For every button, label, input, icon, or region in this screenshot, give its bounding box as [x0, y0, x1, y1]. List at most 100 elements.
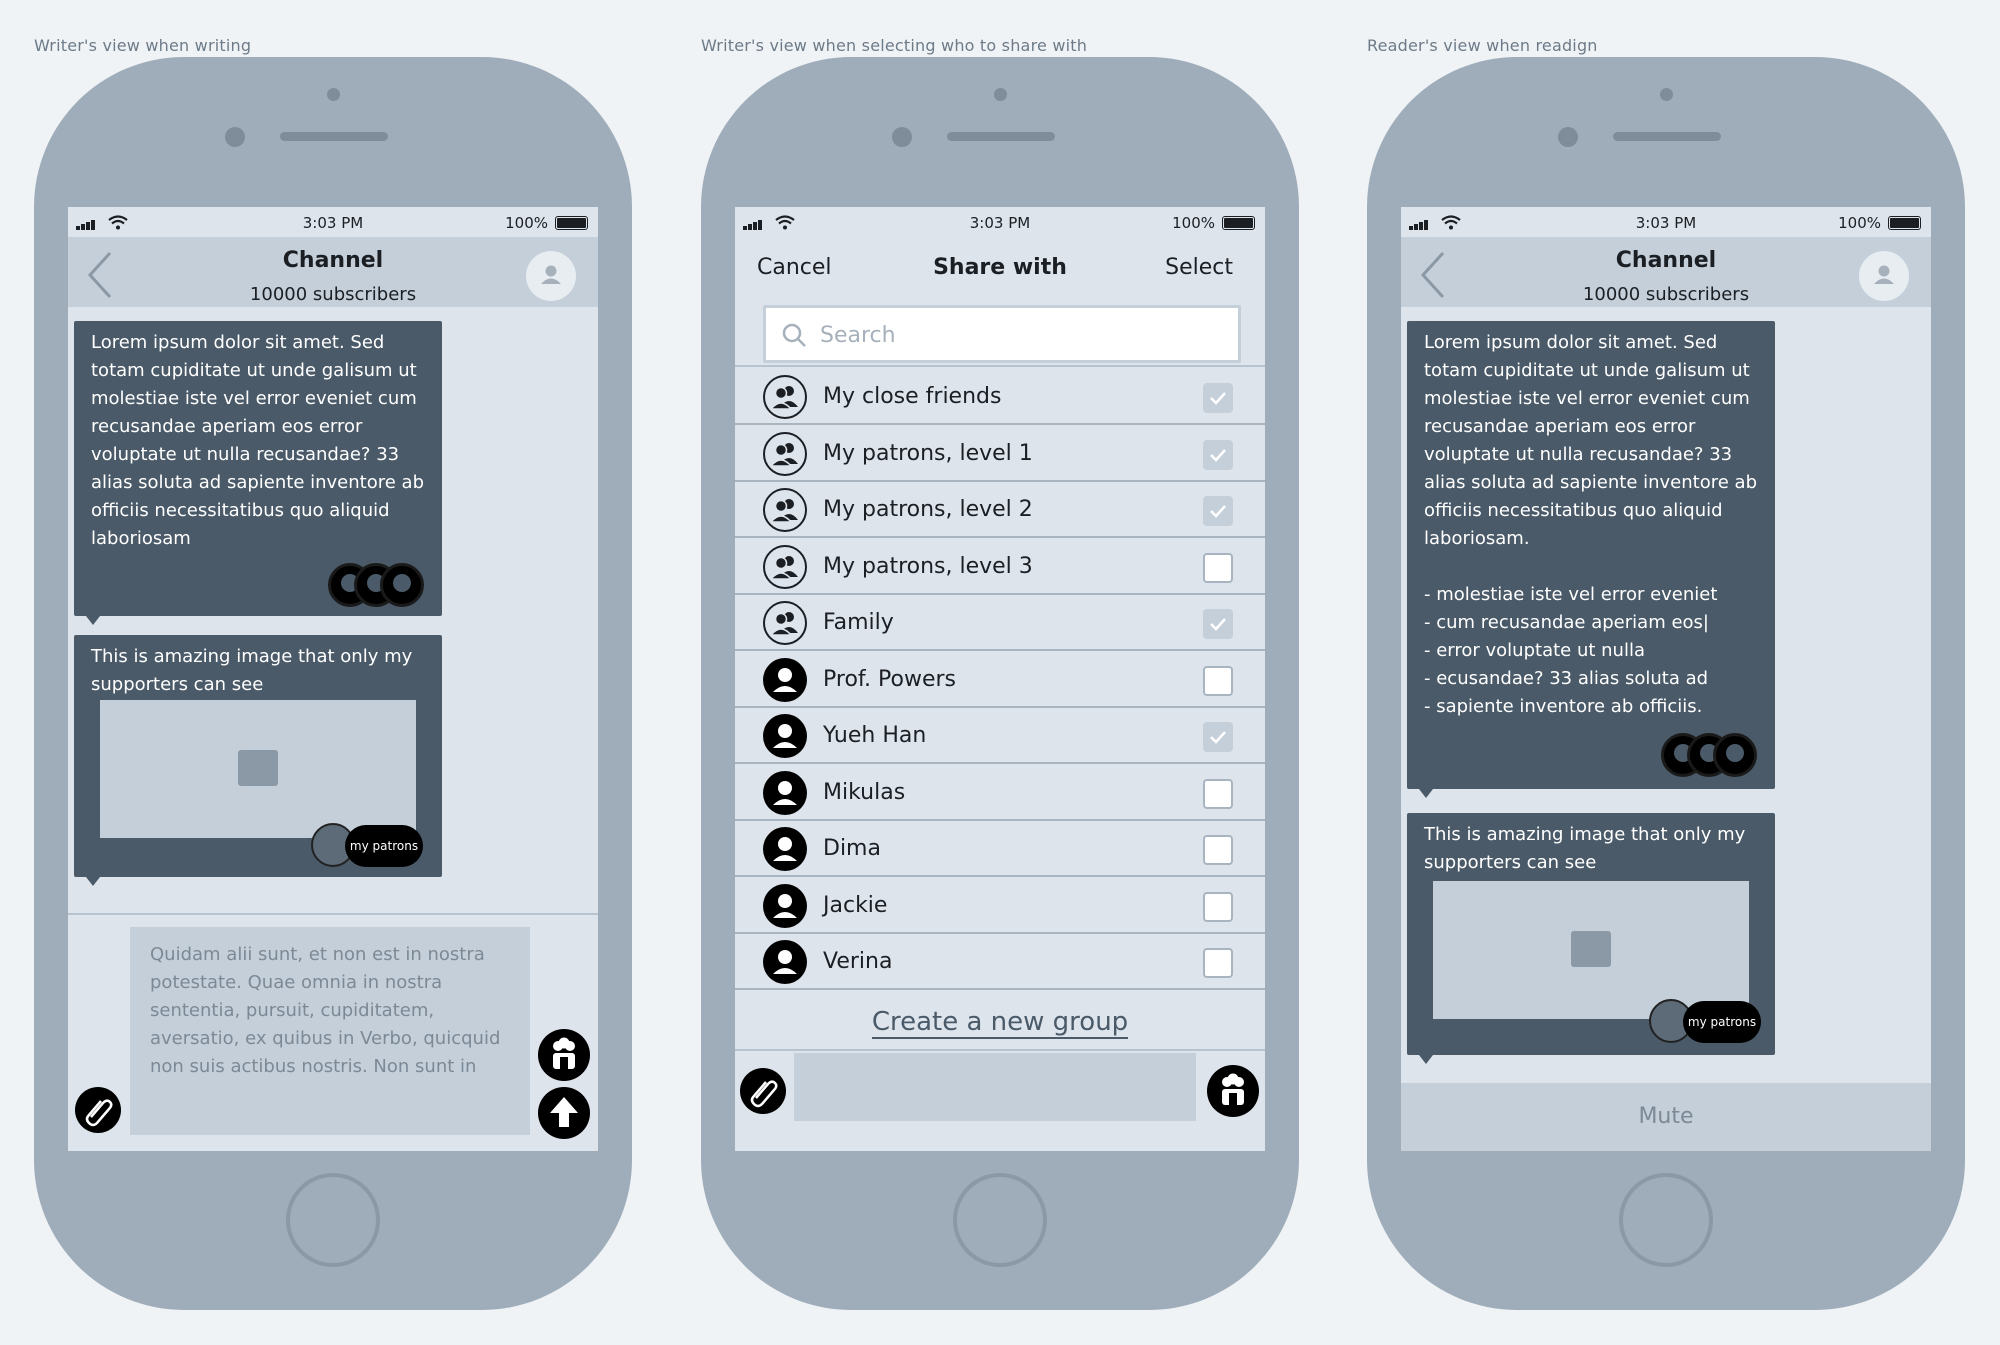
share-row[interactable]: Verina — [735, 934, 1265, 990]
share-checkbox[interactable] — [1203, 383, 1233, 413]
share-row[interactable]: Jackie — [735, 877, 1265, 934]
share-row-label: Dima — [823, 836, 881, 861]
person-icon — [763, 657, 807, 702]
caption-reader: Reader's view when readign — [1367, 36, 1598, 55]
post-bubble: Lorem ipsum dolor sit amet. Sed totam cu… — [1407, 321, 1775, 798]
subscriber-count: 10000 subscribers — [1582, 284, 1750, 305]
share-checkbox[interactable] — [1203, 439, 1233, 470]
earpiece-speaker — [280, 132, 388, 141]
audience-icon — [1222, 1073, 1244, 1105]
person-icon — [763, 827, 807, 871]
home-button[interactable] — [953, 1173, 1047, 1267]
profile-avatar-button[interactable] — [1859, 251, 1909, 301]
send-button[interactable] — [538, 1087, 590, 1139]
status-bar: 3:03 PM 100% — [68, 207, 598, 237]
search-placeholder: Search — [820, 323, 896, 348]
share-row-label: Family — [823, 610, 894, 635]
share-checkbox[interactable] — [1203, 722, 1233, 752]
person-icon — [763, 940, 807, 984]
share-row[interactable]: My patrons, level 3 — [735, 538, 1265, 595]
image-icon — [238, 750, 278, 786]
checkmark-icon — [1210, 618, 1226, 631]
message-input[interactable]: Quidam alii sunt, et non est in nostra p… — [130, 927, 530, 1135]
image-post-bubble: This is amazing image that only my suppo… — [1407, 813, 1775, 1064]
profile-avatar-button[interactable] — [526, 251, 576, 301]
front-camera — [327, 88, 340, 101]
share-checkbox[interactable] — [1203, 778, 1233, 809]
share-checkbox[interactable] — [1203, 948, 1233, 978]
front-camera — [1660, 88, 1673, 101]
share-row[interactable]: My close friends — [735, 369, 1265, 425]
share-row-label: Mikulas — [823, 779, 906, 805]
message-input[interactable] — [794, 1053, 1196, 1121]
person-icon — [763, 770, 807, 815]
search-input[interactable]: Search — [763, 305, 1241, 363]
status-bar: 3:03 PM 100% — [735, 207, 1265, 237]
caption-writer: Writer's view when writing — [34, 36, 252, 55]
audience-select-button[interactable] — [538, 1029, 590, 1081]
battery-percent: 100% — [505, 214, 548, 232]
front-camera — [994, 88, 1007, 101]
post-text: Lorem ipsum dolor sit amet. Sed totam cu… — [91, 332, 424, 549]
phone-reader: 3:03 PM 100% Channel 10000 subscribers L… — [1367, 57, 1965, 1310]
battery-icon — [1888, 216, 1921, 230]
audience-select-button[interactable] — [1207, 1065, 1259, 1117]
composer — [735, 1053, 1265, 1151]
attach-button[interactable] — [740, 1068, 786, 1114]
image-icon — [1571, 931, 1611, 967]
channel-title: Channel — [1615, 248, 1717, 273]
share-row-label: My close friends — [823, 384, 1002, 409]
group-icon — [763, 544, 807, 589]
share-row[interactable]: Dima — [735, 821, 1265, 877]
share-checkbox[interactable] — [1203, 552, 1233, 583]
home-button[interactable] — [286, 1173, 380, 1267]
share-row-label: My patrons, level 2 — [823, 497, 1033, 522]
create-group-label: Create a new group — [871, 1007, 1129, 1039]
share-checkbox[interactable] — [1203, 665, 1233, 696]
screen-reader: 3:03 PM 100% Channel 10000 subscribers L… — [1401, 207, 1931, 1151]
share-row[interactable]: Prof. Powers — [735, 651, 1265, 708]
battery-icon — [555, 216, 588, 230]
share-row[interactable]: Mikulas — [735, 764, 1265, 821]
home-button[interactable] — [1619, 1173, 1713, 1267]
share-row[interactable]: My patrons, level 2 — [735, 482, 1265, 538]
proximity-sensor — [892, 127, 912, 147]
mute-button[interactable]: Mute — [1401, 1083, 1931, 1151]
post-bubble: Lorem ipsum dolor sit amet. Sed totam cu… — [74, 321, 442, 625]
bullet-item: - error voluptate ut nulla — [1424, 640, 1645, 661]
share-row[interactable]: My patrons, level 1 — [735, 425, 1265, 482]
paperclip-icon — [750, 1080, 778, 1108]
share-header: Cancel Share with Select — [735, 237, 1265, 297]
phone-share: 3:03 PM 100% Cancel Share with Select Se… — [701, 57, 1299, 1310]
channel-title: Channel — [282, 248, 384, 273]
arrow-up-icon — [550, 1097, 578, 1127]
select-button[interactable]: Select — [1165, 255, 1233, 280]
battery-icon — [1222, 216, 1255, 230]
channel-header: Channel 10000 subscribers — [1401, 237, 1931, 307]
share-checkbox[interactable] — [1203, 891, 1233, 922]
audience-avatars[interactable] — [1661, 733, 1757, 777]
audience-tag-label: my patrons — [1683, 1001, 1761, 1043]
person-icon — [763, 883, 807, 928]
battery-percent: 100% — [1172, 214, 1215, 232]
audience-avatars[interactable] — [328, 563, 424, 607]
user-icon — [541, 265, 561, 284]
share-checkbox[interactable] — [1203, 835, 1233, 865]
person-icon — [763, 714, 807, 758]
image-placeholder[interactable] — [1433, 881, 1749, 1019]
share-row[interactable]: Yueh Han — [735, 708, 1265, 764]
image-placeholder[interactable] — [100, 700, 416, 838]
screen-share: 3:03 PM 100% Cancel Share with Select Se… — [735, 207, 1265, 1151]
audience-tag-label: my patrons — [345, 825, 423, 867]
share-checkbox[interactable] — [1203, 609, 1233, 639]
proximity-sensor — [1558, 127, 1578, 147]
share-row[interactable]: Family — [735, 595, 1265, 651]
image-caption: This is amazing image that only my suppo… — [1424, 824, 1746, 873]
attach-button[interactable] — [75, 1087, 121, 1133]
share-checkbox[interactable] — [1203, 496, 1233, 526]
share-row-label: My patrons, level 1 — [823, 440, 1033, 466]
caption-share: Writer's view when selecting who to shar… — [701, 36, 1088, 55]
create-group-button[interactable]: Create a new group — [735, 993, 1265, 1051]
bullet-item: - sapiente inventore ab officiis. — [1424, 696, 1703, 717]
battery-percent: 100% — [1838, 214, 1881, 232]
